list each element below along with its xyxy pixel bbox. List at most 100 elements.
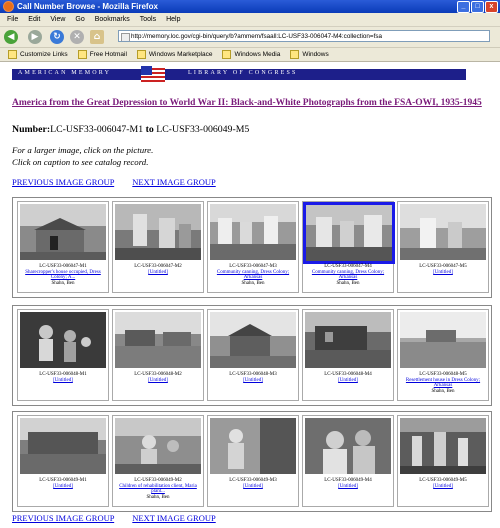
window-title: Call Number Browse - Mozilla Firefox xyxy=(17,2,158,11)
close-button[interactable]: x xyxy=(485,1,498,13)
photo-thumbnail[interactable] xyxy=(115,418,201,474)
flag-logo-icon xyxy=(141,66,165,83)
previous-image-group-link[interactable]: PREVIOUS IMAGE GROUP xyxy=(12,177,114,187)
bookmark-customize-links[interactable]: Customize Links xyxy=(8,50,68,59)
image-caption-link[interactable]: [Untitled] xyxy=(19,378,107,384)
image-caption-link[interactable]: [Untitled] xyxy=(304,378,392,384)
photo-thumbnail[interactable] xyxy=(115,204,201,260)
maximize-button[interactable]: □ xyxy=(471,1,484,13)
bookmark-windows-media[interactable]: Windows Media xyxy=(222,50,280,59)
photo-thumbnail[interactable] xyxy=(305,418,391,474)
image-cell: LC-USF33-006048-M3 [Untitled] xyxy=(207,309,299,401)
number-from: LC-USF33-006047-M1 xyxy=(50,124,144,135)
reload-icon[interactable]: ↻ xyxy=(50,30,64,44)
image-author: Shahn, Ben xyxy=(336,280,360,286)
bookmarks-toolbar: Customize Links Free Hotmail Windows Mar… xyxy=(0,48,500,62)
image-cell: LC-USF33-006049-M2 Children of rehabilita… xyxy=(112,415,204,507)
image-caption-link[interactable]: Resettlement house in Dress Colony; Arka… xyxy=(399,378,487,389)
menu-go[interactable]: Go xyxy=(75,16,84,23)
menu-file[interactable]: File xyxy=(7,16,18,23)
photo-thumbnail[interactable] xyxy=(210,204,296,260)
image-cell: LC-USF33-006048-M4 [Untitled] xyxy=(302,309,394,401)
image-caption-link[interactable]: Sharecropper's house occupied, Dress Col… xyxy=(19,270,107,281)
image-group-1: LC-USF33-006047-M1 Sharecropper's house o… xyxy=(12,197,492,298)
stop-icon[interactable]: ✕ xyxy=(70,30,84,44)
photo-thumbnail[interactable] xyxy=(400,204,486,260)
number-label: Number: xyxy=(12,124,51,135)
photo-thumbnail[interactable] xyxy=(400,418,486,474)
menu-edit[interactable]: Edit xyxy=(28,16,40,23)
image-caption-link[interactable]: [Untitled] xyxy=(399,484,487,490)
bookmark-label: Customize Links xyxy=(20,51,68,58)
address-url: http://memory.loc.gov/cgi-bin/query/b?am… xyxy=(131,33,382,40)
menu-bar: File Edit View Go Bookmarks Tools Help xyxy=(0,13,500,27)
window-titlebar[interactable]: Call Number Browse - Mozilla Firefox _ □… xyxy=(0,0,500,13)
home-icon[interactable]: ⌂ xyxy=(90,30,104,44)
bookmark-icon xyxy=(290,50,300,59)
previous-image-group-link[interactable]: PREVIOUS IMAGE GROUP xyxy=(12,513,114,523)
photo-thumbnail[interactable] xyxy=(303,202,395,264)
image-cell: LC-USF33-006047-M5 [Untitled] xyxy=(397,201,489,293)
menu-tools[interactable]: Tools xyxy=(140,16,156,23)
image-caption-link[interactable]: [Untitled] xyxy=(209,484,297,490)
image-cell: LC-USF33-006049-M4 [Untitled] xyxy=(302,415,394,507)
forward-icon[interactable]: ▶ xyxy=(28,30,42,44)
image-cell: LC-USF33-006047-M3 Community canning, Dre… xyxy=(207,201,299,293)
photo-thumbnail[interactable] xyxy=(20,312,106,368)
address-bar[interactable]: http://memory.loc.gov/cgi-bin/query/b?am… xyxy=(118,30,490,42)
image-author: Shahn, Ben xyxy=(146,494,170,500)
image-cell: LC-USF33-006048-M1 [Untitled] xyxy=(17,309,109,401)
photo-thumbnail[interactable] xyxy=(210,418,296,474)
bookmark-windows[interactable]: Windows xyxy=(290,50,329,59)
firefox-icon xyxy=(3,1,14,12)
bookmark-icon xyxy=(77,50,87,59)
number-to: LC-USF33-006049-M5 xyxy=(156,124,250,135)
bookmark-icon xyxy=(136,50,146,59)
bookmark-label: Windows xyxy=(302,51,329,58)
image-caption-link[interactable]: [Untitled] xyxy=(114,270,202,276)
image-caption-link[interactable]: [Untitled] xyxy=(304,484,392,490)
image-caption-link[interactable]: [Untitled] xyxy=(399,270,487,276)
image-caption-link[interactable]: [Untitled] xyxy=(114,378,202,384)
image-group-nav-bottom: PREVIOUS IMAGE GROUP NEXT IMAGE GROUP xyxy=(12,513,216,523)
image-caption-link[interactable]: Community canning, Dress Colony; Arkansa… xyxy=(209,270,297,281)
image-author: Shahn, Ben xyxy=(431,388,455,394)
menu-view[interactable]: View xyxy=(50,16,65,23)
image-cell-selected: LC-USF33-006047-M4 Community canning, Dre… xyxy=(302,201,395,293)
american-memory-banner[interactable]: AMERICAN MEMORY LIBRARY OF CONGRESS xyxy=(12,69,466,80)
image-cell: LC-USF33-006048-M2 [Untitled] xyxy=(112,309,204,401)
image-caption-link[interactable]: Children of rehabilitation client, Maria… xyxy=(114,484,202,495)
image-cell: LC-USF33-006049-M3 [Untitled] xyxy=(207,415,299,507)
image-caption-link[interactable]: Community canning, Dress Colony; Arkansa… xyxy=(304,270,392,281)
photo-thumbnail[interactable] xyxy=(210,312,296,368)
photo-thumbnail[interactable] xyxy=(115,312,201,368)
collection-title-link[interactable]: America from the Great Depression to Wor… xyxy=(12,98,492,108)
photo-thumbnail[interactable] xyxy=(20,418,106,474)
menu-bookmarks[interactable]: Bookmarks xyxy=(95,16,130,23)
photo-thumbnail[interactable] xyxy=(400,312,486,368)
next-image-group-link[interactable]: NEXT IMAGE GROUP xyxy=(132,177,215,187)
image-group-2: LC-USF33-006048-M1 [Untitled] LC-USF33-00… xyxy=(12,305,492,406)
bookmark-windows-marketplace[interactable]: Windows Marketplace xyxy=(136,50,213,59)
bookmark-icon xyxy=(8,50,17,59)
banner-left-text: AMERICAN MEMORY xyxy=(18,70,112,76)
next-image-group-link[interactable]: NEXT IMAGE GROUP xyxy=(132,513,215,523)
photo-thumbnail[interactable] xyxy=(20,204,106,260)
bookmark-icon xyxy=(222,50,232,59)
bookmark-free-hotmail[interactable]: Free Hotmail xyxy=(77,50,127,59)
bookmark-label: Windows Marketplace xyxy=(148,51,213,58)
instruction-line: For a larger image, click on the picture… xyxy=(12,145,154,155)
minimize-button[interactable]: _ xyxy=(457,1,470,13)
instructions: For a larger image, click on the picture… xyxy=(12,144,153,168)
menu-help[interactable]: Help xyxy=(166,16,180,23)
page-icon xyxy=(121,33,130,41)
photo-thumbnail[interactable] xyxy=(305,312,391,368)
image-caption-link[interactable]: [Untitled] xyxy=(19,484,107,490)
banner-right-text: LIBRARY OF CONGRESS xyxy=(188,70,298,76)
image-cell: LC-USF33-006047-M1 Sharecropper's house o… xyxy=(17,201,109,293)
image-cell: LC-USF33-006047-M2 [Untitled] xyxy=(112,201,204,293)
image-author: Shahn, Ben xyxy=(241,280,265,286)
back-icon[interactable]: ◀ xyxy=(4,30,18,44)
image-caption-link[interactable]: [Untitled] xyxy=(209,378,297,384)
bookmark-label: Free Hotmail xyxy=(89,51,127,58)
